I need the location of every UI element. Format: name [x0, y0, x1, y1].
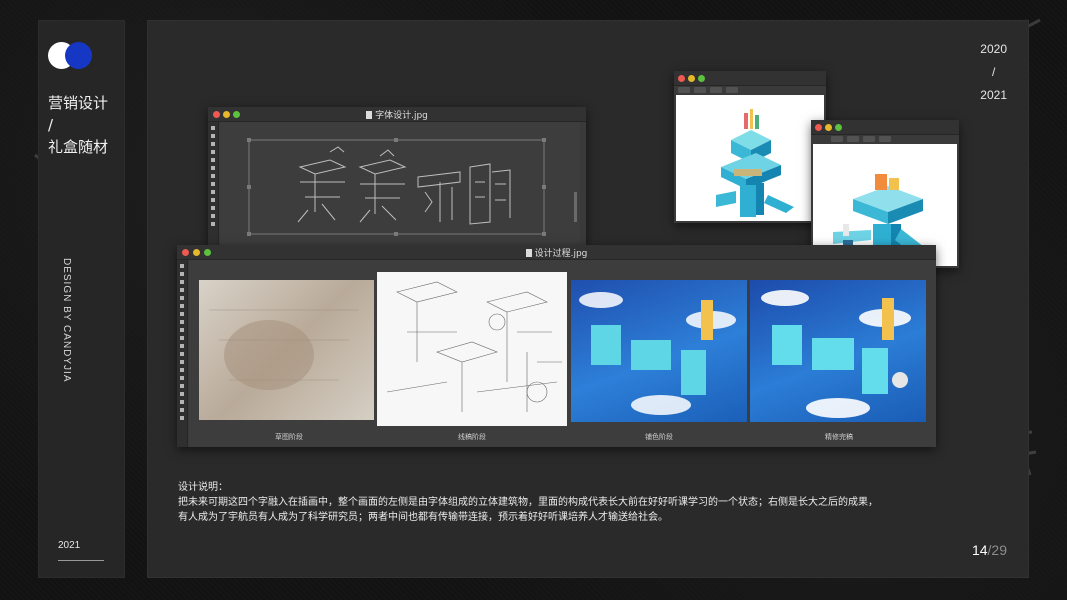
sidebar-title-line2: 礼盒随材: [48, 138, 109, 156]
description-line-1: 把未来可期这四个字融入在插画中，整个画面的左侧是由字体组成的立体建筑物，里面的构…: [178, 497, 878, 508]
mini-toolbar[interactable]: [811, 135, 959, 143]
lineart-texture: [386, 281, 562, 412]
close-dot-icon[interactable]: [815, 124, 822, 131]
process-canvas: 草图阶段 线稿阶段 铺色阶段 精修完稿: [189, 260, 936, 447]
logo-blue-circle: [65, 42, 92, 69]
page-current: 14: [971, 542, 988, 558]
stage-label-sketch: 草图阶段: [275, 433, 303, 441]
window-title-row: 设计过程.jpg: [177, 246, 936, 259]
preview-window-1: [674, 71, 826, 223]
file-icon: [525, 249, 532, 257]
character-illustration-1: [716, 109, 794, 217]
window-title-row: 字体设计.jpg: [208, 108, 586, 121]
sidebar-panel: 营销设计 / 礼盒随材 DESIGN BY CANDYJIA 2021: [38, 20, 125, 578]
font-wireframe-artwork: [247, 138, 577, 236]
window-title: 字体设计.jpg: [375, 111, 428, 121]
sketch-texture: [209, 309, 359, 390]
minimize-dot-icon[interactable]: [688, 75, 695, 82]
year-start: 2020: [980, 42, 1007, 56]
description-line-2: 有人成为了宇航员有人成为了科学研究员；两者中间也都有传输带连接，预示着好好听课培…: [178, 512, 668, 523]
maximize-dot-icon[interactable]: [698, 75, 705, 82]
window-title: 设计过程.jpg: [534, 249, 588, 259]
stage-coloring-image: [571, 280, 747, 422]
brand-logo: [48, 42, 94, 70]
stage-label-coloring: 铺色阶段: [645, 433, 673, 441]
sidebar-divider: [58, 560, 104, 561]
sidebar-year: 2021: [58, 540, 81, 551]
stage-label-lineart: 线稿阶段: [458, 433, 486, 441]
year-range: 2020 / 2021: [980, 38, 1007, 107]
sidebar-title-separator: /: [48, 116, 54, 134]
preview-canvas-1: [676, 95, 824, 221]
page-total: /29: [987, 542, 1007, 558]
sidebar-title-line1: 营销设计: [48, 94, 109, 112]
design-process-window: 设计过程.jpg 草图阶段 线稿阶段 铺色阶段 精修完稿: [177, 245, 936, 447]
designer-credit: DESIGN BY CANDYJIA: [61, 258, 72, 383]
stage-label-final: 精修完稿: [825, 433, 853, 441]
final-texture: [761, 290, 911, 418]
year-separator: /: [991, 65, 996, 79]
font-design-window: 字体设计.jpg: [208, 107, 586, 247]
tool-palette[interactable]: [208, 122, 219, 247]
stage-lineart-image: [377, 272, 567, 426]
coloring-texture: [579, 292, 736, 415]
minimize-dot-icon[interactable]: [825, 124, 832, 131]
stage-sketch-image: [199, 280, 374, 420]
page-indicator: 14/29: [972, 542, 1007, 558]
mini-toolbar[interactable]: [674, 86, 826, 94]
design-description: 设计说明： 把未来可期这四个字融入在插画中，整个画面的左侧是由字体组成的立体建筑…: [178, 480, 988, 525]
stage-final-image: [750, 280, 926, 422]
file-icon: [366, 111, 373, 119]
window-titlebar[interactable]: [674, 71, 826, 86]
sidebar-title: 营销设计 / 礼盒随材: [48, 92, 108, 158]
window-titlebar[interactable]: 设计过程.jpg: [177, 245, 936, 260]
year-end: 2021: [980, 88, 1007, 102]
window-titlebar[interactable]: [811, 120, 959, 135]
window-titlebar[interactable]: 字体设计.jpg: [208, 107, 586, 122]
close-dot-icon[interactable]: [678, 75, 685, 82]
tool-palette[interactable]: [177, 260, 188, 447]
maximize-dot-icon[interactable]: [835, 124, 842, 131]
description-heading: 设计说明：: [178, 482, 228, 493]
font-canvas: [220, 122, 580, 247]
